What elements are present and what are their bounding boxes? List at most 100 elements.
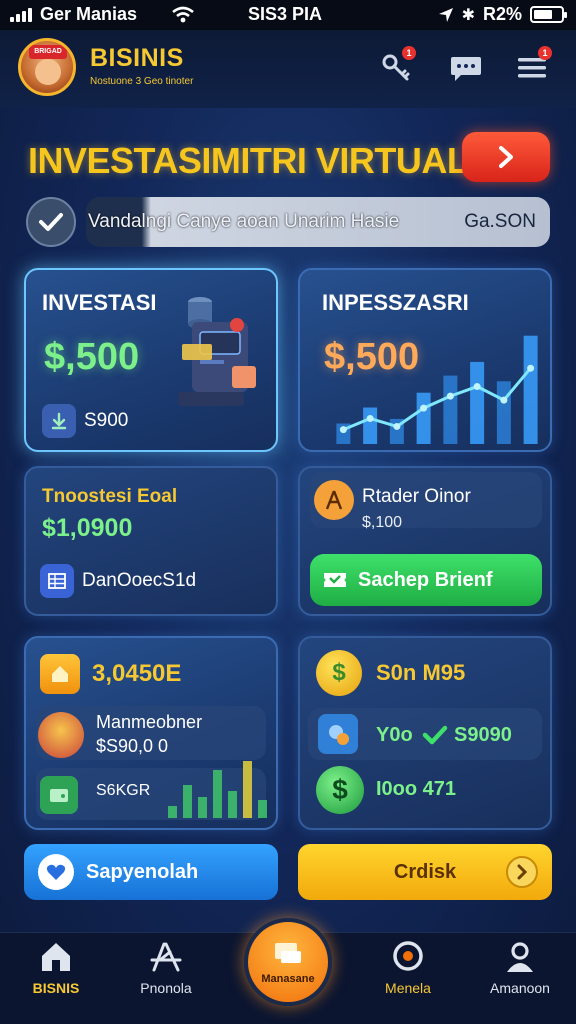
growth-bar — [416, 392, 431, 444]
growth-point — [473, 383, 481, 391]
checkmark-icon — [422, 725, 448, 745]
growth-bar — [443, 375, 458, 444]
trader-button[interactable]: Sachep Brienf — [310, 554, 542, 606]
app-header: BRIGAD BISINIS Nostuone 3 Geo tinoter 1 … — [0, 30, 576, 108]
growth-chart — [336, 335, 538, 444]
growth-point — [500, 396, 508, 404]
stats-right-row1: S0n M95 — [376, 660, 466, 685]
chat-button[interactable] — [448, 50, 484, 86]
avatar-face — [35, 59, 61, 85]
nav-menu-label: Menela — [385, 980, 431, 996]
carrier-group: Ger Manias — [10, 4, 195, 25]
growth-bar — [363, 407, 378, 444]
growth-point — [366, 414, 374, 422]
mini-bar — [183, 785, 192, 818]
inpesszasri-card[interactable]: INPESSZASRI $,500 — [298, 268, 552, 452]
sapyenolah-label: Sapyenolah — [86, 860, 199, 883]
ticket-icon — [324, 573, 346, 587]
user-icon — [507, 942, 533, 972]
dollar-coin-icon: $ — [316, 650, 362, 696]
green-dollar-icon: $ — [316, 766, 364, 814]
total-label: Tnoostesi Eoal — [42, 486, 178, 507]
menu-badge: 1 — [538, 46, 552, 60]
nav-profile-label: Amanoon — [490, 980, 550, 996]
sapyenolah-button[interactable]: Sapyenolah — [24, 844, 278, 900]
growth-point — [446, 392, 454, 400]
status-right: ✱ R2% — [438, 4, 567, 25]
investasi-label: INVESTASI — [42, 290, 157, 315]
app-tagline: Nostuone 3 Geo tinoter — [90, 76, 194, 87]
status-time: SIS3 PIA — [248, 4, 323, 24]
crdisk-label: Crdisk — [393, 860, 457, 883]
search-text: Vandalngi Canye aoan Unarim Hasie — [88, 211, 400, 232]
nav-portfolio[interactable]: Pnonola — [116, 940, 216, 996]
notification-badge: 1 — [402, 46, 416, 60]
growth-bar — [496, 381, 511, 444]
stats-right-row2-a: Y0o — [376, 724, 413, 746]
trader-card[interactable]: Rtader Oinor $,100 Sachep Brienf — [298, 466, 552, 616]
house-icon — [40, 654, 80, 694]
total-card[interactable]: Tnoostesi Eoal $1,0900 DanOoecS1d — [24, 466, 278, 616]
nav-portfolio-label: Pnonola — [140, 980, 192, 996]
trader-label: Rtader Oinor — [362, 486, 471, 507]
mini-bar-chart — [168, 761, 267, 818]
investasi-sub: S900 — [84, 410, 129, 431]
avatar[interactable]: BRIGAD — [18, 38, 76, 96]
heart-icon — [38, 854, 74, 890]
inpesszasri-label: INPESSZASRI — [322, 290, 469, 315]
title-next-button[interactable] — [462, 132, 550, 182]
nav-profile[interactable]: Amanoon — [470, 940, 570, 996]
coin-stack-icon — [38, 712, 84, 758]
total-value: $1,0900 — [42, 514, 133, 542]
status-bar: Ger Manias SIS3 PIA ✱ R2% — [0, 0, 576, 30]
investasi-card[interactable]: INVESTASI $,500 S900 — [24, 268, 278, 452]
chevron-right-circle-icon — [506, 856, 538, 888]
menu-button[interactable]: 1 — [514, 46, 552, 86]
app-name: BISINIS — [90, 44, 184, 72]
investasi-value: $,500 — [44, 336, 140, 378]
easel-icon — [150, 942, 182, 972]
avatar-badge: BRIGAD — [29, 45, 67, 59]
stats-left-value: 3,0450E — [92, 660, 182, 687]
mini-bar — [228, 791, 237, 818]
stats-left-item1-value: $S90,0 0 — [96, 736, 169, 756]
nav-center-button[interactable]: Manasane — [244, 918, 332, 1006]
growth-point — [339, 426, 347, 434]
crdisk-button[interactable]: Crdisk — [298, 844, 552, 900]
bluetooth-icon: ✱ — [461, 6, 475, 24]
total-action[interactable]: DanOoecS1d — [82, 570, 196, 592]
mini-bar — [258, 800, 267, 818]
stats-right-card[interactable]: $ S0n M95 Y0o S9090 $ I0oo 471 — [298, 636, 552, 830]
nav-center-label: Manasane — [261, 973, 315, 985]
check-button[interactable] — [26, 197, 76, 247]
trader-icon — [314, 480, 354, 520]
wifi-icon — [172, 6, 194, 22]
check-icon — [39, 213, 63, 231]
target-icon — [393, 941, 423, 971]
mini-bar — [213, 770, 222, 818]
carrier-name: Ger Manias — [40, 4, 138, 24]
wallet-icon — [40, 776, 78, 814]
stats-right-row3: I0oo 471 — [376, 778, 457, 800]
home-icon — [42, 943, 70, 971]
growth-point — [420, 404, 428, 412]
mini-bar — [198, 797, 207, 818]
stats-right-row2-b: S9090 — [454, 724, 512, 746]
growth-point — [527, 364, 535, 372]
table-icon — [40, 564, 74, 598]
battery-icon — [530, 6, 567, 23]
key-button[interactable]: 1 — [378, 46, 416, 86]
nav-menu[interactable]: Menela — [358, 940, 458, 996]
search-amount: Ga.SON — [464, 211, 536, 232]
download-icon — [42, 404, 76, 438]
chat-icon — [451, 57, 481, 81]
nav-home[interactable]: BISNIS — [6, 940, 106, 996]
briefcase-icon — [275, 943, 301, 963]
stats-left-card[interactable]: 3,0450E Manmeobner $S90,0 0 S6KGR — [24, 636, 278, 830]
growth-bar — [523, 335, 538, 444]
badge-coin-icon — [318, 714, 358, 754]
stats-left-item1-title: Manmeobner — [96, 712, 203, 732]
trader-button-label: Sachep Brienf — [358, 568, 493, 591]
search-bar[interactable]: Vandalngi Canye aoan Unarim Hasie Ga.SON — [86, 197, 550, 247]
signal-icon — [10, 7, 32, 22]
